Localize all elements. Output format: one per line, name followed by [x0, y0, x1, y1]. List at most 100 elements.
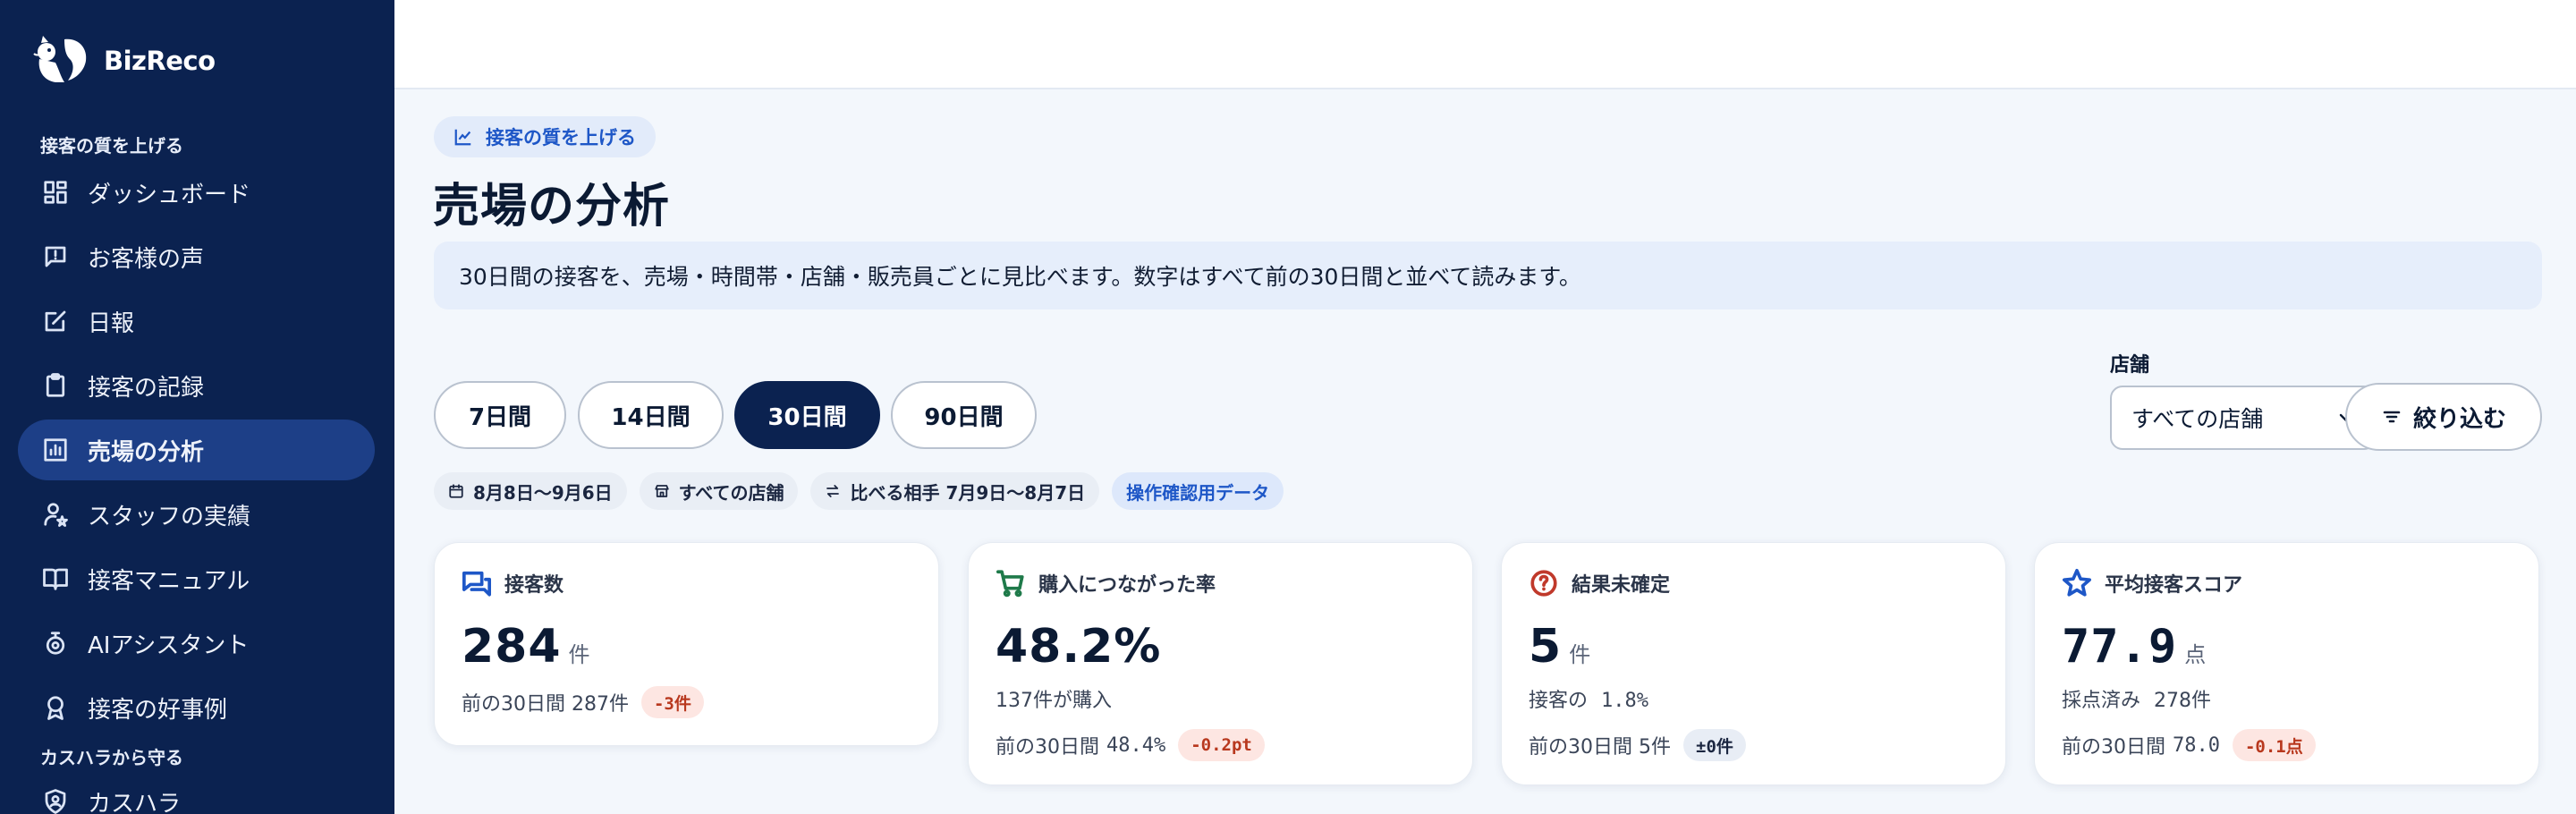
logo-text: BizReco	[104, 46, 216, 76]
card-title: 結果未確定	[1572, 574, 1671, 597]
bar-chart-icon	[41, 436, 70, 464]
star-icon	[2062, 568, 2092, 597]
card-previous: 前の30日間 78.0 -0.1点	[2062, 729, 2316, 761]
previous-label: 前の30日間	[2062, 736, 2165, 759]
sidebar-item-label: 接客マニュアル	[88, 567, 250, 595]
cart-icon	[996, 570, 1024, 598]
page-title: 売場の分析	[433, 180, 671, 233]
award-icon	[41, 693, 70, 722]
question-icon	[1530, 570, 1557, 597]
range-7-days-button[interactable]: 7日間	[434, 381, 566, 449]
sub-value: 278件	[2154, 690, 2212, 712]
card-previous: 前の30日間 48.4% -0.2pt	[996, 729, 1265, 761]
card-number: 77.9	[2062, 620, 2178, 674]
sidebar-item-label: 売場の分析	[88, 438, 205, 466]
filter-summary: 8月8日〜9月6日 すべての店舗 比べる相手 7月9日〜8月7日 操作確認用デー…	[434, 472, 1284, 510]
app-logo[interactable]: BizReco	[29, 34, 216, 88]
main-content: 接客の質を上げる 売場の分析 30日間の接客を、売場・時間帯・店舗・販売員ごとに…	[394, 89, 2576, 814]
sidebar-item-analysis[interactable]: 売場の分析	[18, 420, 375, 480]
range-30-days-button[interactable]: 30日間	[734, 381, 880, 449]
delta-badge: ±0件	[1683, 729, 1746, 761]
previous-value: 48.4%	[1106, 733, 1166, 757]
book-icon	[41, 564, 70, 593]
compare-text: 比べる相手 7月9日〜8月7日	[850, 481, 1086, 504]
sidebar-item-label: スタッフの実績	[88, 503, 251, 530]
store-icon	[655, 485, 669, 497]
card-value: 77.9 点	[2062, 620, 2206, 674]
info-text: 30日間の接客を、売場・時間帯・店舗・販売員ごとに見比べます。数字はすべて前の3…	[459, 264, 1581, 290]
sidebar-item-good-examples[interactable]: 接客の好事例	[18, 677, 375, 738]
card-number: 284	[462, 620, 562, 674]
card-header: 結果未確定	[1529, 568, 1670, 598]
period-text: 8月8日〜9月6日	[473, 481, 613, 504]
breadcrumb-label: 接客の質を上げる	[486, 127, 636, 148]
sidebar: BizReco 接客の質を上げる ダッシュボード お客様の声 日報 接客の記録 …	[0, 0, 394, 814]
demo-data-badge: 操作確認用データ	[1112, 472, 1284, 510]
card-value: 48.2%	[996, 620, 1161, 674]
sidebar-item-label: AIアシスタント	[88, 632, 250, 659]
trend-chart-icon	[454, 129, 471, 146]
previous-value: 78.0	[2173, 733, 2220, 757]
sidebar-item-daily-report[interactable]: 日報	[18, 291, 375, 352]
sidebar-item-ai-assistant[interactable]: AIアシスタント	[18, 613, 375, 674]
filter-button[interactable]: 絞り込む	[2345, 383, 2542, 451]
sidebar-section-harassment: カスハラから守る	[40, 747, 183, 768]
store-pill: すべての店舗	[639, 472, 799, 510]
filter-label: 絞り込む	[2412, 405, 2506, 433]
chat-icon	[462, 571, 492, 597]
card-sub: 採点済み 278件	[2062, 684, 2211, 713]
sidebar-item-label: ダッシュボード	[88, 181, 251, 208]
card-number: 48.2%	[996, 620, 1162, 674]
shield-icon	[41, 787, 70, 814]
range-90-days-button[interactable]: 90日間	[891, 381, 1037, 449]
breadcrumb-chip[interactable]: 接客の質を上げる	[434, 116, 656, 157]
top-bar	[394, 0, 2576, 89]
card-header: 接客数	[462, 568, 564, 598]
info-banner: 30日間の接客を、売場・時間帯・店舗・販売員ごとに見比べます。数字はすべて前の3…	[434, 242, 2542, 309]
sidebar-item-feedback[interactable]: お客様の声	[18, 226, 375, 287]
card-unit: 件	[568, 642, 590, 667]
sidebar-section-quality: 接客の質を上げる	[40, 135, 183, 157]
compare-pill: 比べる相手 7月9日〜8月7日	[810, 472, 1100, 510]
card-header: 平均接客スコア	[2062, 568, 2242, 598]
kpi-card-average-score: 平均接客スコア 77.9 点 採点済み 278件 前の30日間 78.0 -0.…	[2034, 542, 2539, 785]
card-unit: 点	[2184, 642, 2207, 667]
edit-icon	[41, 307, 70, 335]
clipboard-icon	[41, 371, 70, 400]
sidebar-item-records[interactable]: 接客の記録	[18, 355, 375, 416]
card-value: 284 件	[462, 620, 590, 674]
sidebar-item-label: 接客の好事例	[88, 696, 228, 724]
demo-data-text: 操作確認用データ	[1126, 481, 1270, 504]
kpi-card-undetermined: 結果未確定 5 件 接客の 1.8% 前の30日間 5件 ±0件	[1501, 542, 2006, 785]
delta-badge: -0.1点	[2232, 729, 2316, 761]
filter-icon	[2383, 411, 2401, 423]
squirrel-logo-icon	[33, 36, 87, 82]
delta-badge: -0.2pt	[1178, 729, 1265, 761]
sidebar-item-staff[interactable]: スタッフの実績	[18, 484, 375, 545]
sidebar-item-manual[interactable]: 接客マニュアル	[18, 548, 375, 609]
store-text: すべての店舗	[678, 481, 784, 504]
sub-label: 採点済み	[2062, 690, 2141, 712]
dashboard-icon	[41, 178, 70, 207]
range-14-days-button[interactable]: 14日間	[578, 381, 724, 449]
store-select[interactable]: すべての店舗	[2110, 386, 2377, 450]
sidebar-item-dashboard[interactable]: ダッシュボード	[18, 162, 375, 223]
sidebar-item-harassment[interactable]: カスハラ	[18, 771, 375, 814]
card-previous: 前の30日間 287件 -3件	[462, 686, 704, 718]
previous-label: 前の30日間	[996, 736, 1099, 759]
ai-icon	[41, 629, 70, 657]
delta-badge: -3件	[640, 686, 704, 718]
sub-label: 接客の	[1529, 690, 1589, 712]
store-label: 店舗	[2110, 354, 2150, 377]
kpi-card-interactions: 接客数 284 件 前の30日間 287件 -3件	[434, 542, 939, 746]
card-value: 5 件	[1529, 620, 1590, 674]
feedback-icon	[41, 242, 70, 271]
period-pill: 8月8日〜9月6日	[434, 472, 627, 510]
card-title: 平均接客スコア	[2105, 574, 2243, 597]
card-number: 5	[1529, 620, 1563, 674]
sidebar-item-label: お客様の声	[88, 245, 205, 273]
user-star-icon	[41, 500, 70, 529]
card-sub: 137件が購入	[996, 690, 1112, 712]
calendar-icon	[449, 484, 463, 498]
sidebar-item-label: 日報	[88, 309, 135, 337]
